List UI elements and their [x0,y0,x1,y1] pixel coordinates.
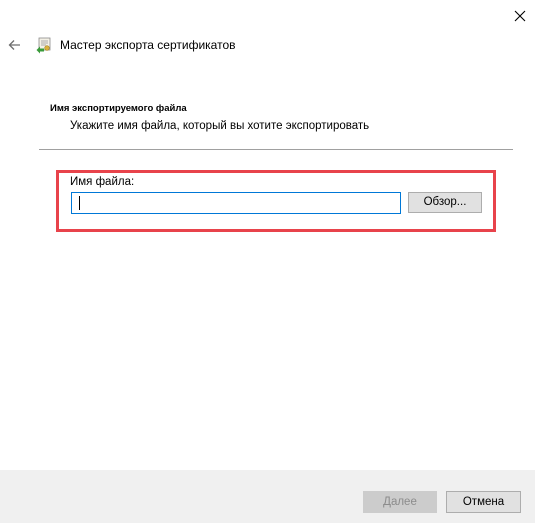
header-divider [39,149,513,150]
back-arrow-icon [8,40,20,50]
close-icon [514,10,526,22]
certificate-export-wizard-window: Мастер экспорта сертификатов Имя экспорт… [0,0,535,523]
file-name-input[interactable] [71,192,401,214]
text-caret [79,196,80,210]
window-title: Мастер экспорта сертификатов [60,38,236,52]
page-description: Укажите имя файла, который вы хотите экс… [70,120,370,132]
page-heading: Имя экспортируемого файла [50,103,187,114]
next-button[interactable]: Далее [363,491,437,513]
close-button[interactable] [505,2,535,30]
cancel-button[interactable]: Отмена [446,491,521,513]
file-name-label: Имя файла: [70,176,135,188]
browse-button[interactable]: Обзор... [408,192,482,213]
certificate-wizard-icon [36,36,54,54]
back-button[interactable] [4,34,26,56]
